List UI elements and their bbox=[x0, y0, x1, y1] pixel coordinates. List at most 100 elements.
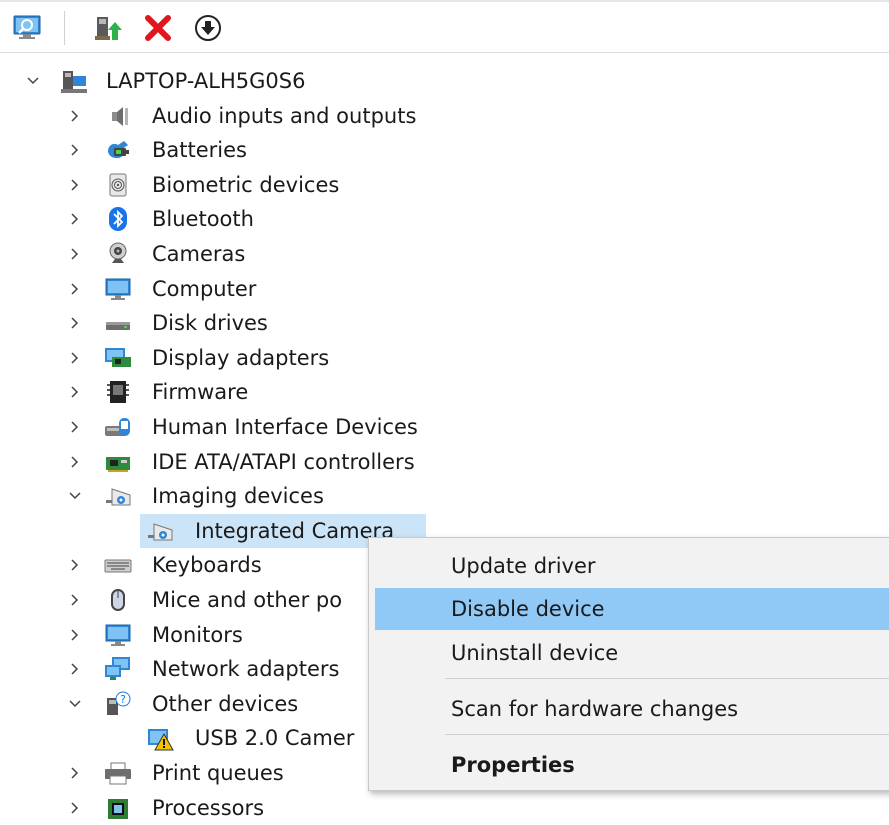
mouse-icon bbox=[104, 587, 132, 613]
chevron-down-icon bbox=[27, 77, 39, 85]
tree-item-label: Human Interface Devices bbox=[152, 415, 418, 439]
keyboard-icon bbox=[104, 552, 132, 578]
tree-item-label: Display adapters bbox=[152, 346, 330, 370]
menu-separator bbox=[445, 678, 889, 679]
expand-toggle[interactable] bbox=[66, 314, 84, 332]
chevron-right-icon bbox=[71, 594, 79, 606]
bluetooth-icon bbox=[104, 206, 132, 232]
expand-toggle[interactable] bbox=[66, 245, 84, 263]
computer-icon bbox=[60, 68, 88, 94]
menu-item-properties[interactable]: Properties bbox=[375, 744, 889, 786]
menu-item-uninstall-device[interactable]: Uninstall device bbox=[375, 632, 889, 674]
menu-item-label: Uninstall device bbox=[451, 641, 619, 665]
chevron-right-icon bbox=[71, 213, 79, 225]
expand-toggle[interactable] bbox=[66, 383, 84, 401]
svg-text:?: ? bbox=[120, 693, 126, 706]
tree-item-label: Cameras bbox=[152, 242, 246, 266]
enable-device-button[interactable] bbox=[192, 12, 224, 44]
tree-item-label: Batteries bbox=[152, 138, 247, 162]
tree-item-label: Firmware bbox=[152, 380, 249, 404]
tree-category-computer[interactable]: Computer bbox=[0, 272, 480, 306]
tree-category-biometric-devices[interactable]: Biometric devices bbox=[0, 168, 480, 202]
menu-item-label: Scan for hardware changes bbox=[451, 697, 739, 721]
tree-item-label: Network adapters bbox=[152, 657, 340, 681]
hid-icon bbox=[104, 414, 132, 440]
expand-toggle[interactable] bbox=[66, 660, 84, 678]
chevron-right-icon bbox=[71, 248, 79, 260]
network-icon bbox=[104, 656, 132, 682]
tree-category-ide-ata-atapi-controllers[interactable]: IDE ATA/ATAPI controllers bbox=[0, 445, 480, 479]
tree-item-label: Biometric devices bbox=[152, 173, 340, 197]
tree-item-label: Mice and other po bbox=[152, 588, 343, 612]
expand-toggle[interactable] bbox=[66, 556, 84, 574]
expand-toggle[interactable] bbox=[66, 626, 84, 644]
chevron-right-icon bbox=[71, 559, 79, 571]
tree-category-audio-inputs-and-outputs[interactable]: Audio inputs and outputs bbox=[0, 99, 480, 133]
menu-item-disable-device[interactable]: Disable device bbox=[375, 588, 889, 630]
tree-category-firmware[interactable]: Firmware bbox=[0, 375, 480, 409]
unknown-device-icon: ? bbox=[104, 691, 132, 717]
controller-card-icon bbox=[104, 449, 132, 475]
expand-toggle[interactable] bbox=[66, 695, 84, 713]
expand-toggle[interactable] bbox=[66, 176, 84, 194]
tree-item-label: Integrated Camera bbox=[195, 519, 395, 543]
tree-item-label: Print queues bbox=[152, 761, 284, 785]
warning-device-icon bbox=[146, 725, 174, 751]
context-menu: Update driver Disable device Uninstall d… bbox=[368, 537, 889, 791]
menu-item-update-driver[interactable]: Update driver bbox=[375, 545, 889, 587]
chevron-right-icon bbox=[71, 421, 79, 433]
expand-toggle[interactable] bbox=[66, 453, 84, 471]
chevron-right-icon bbox=[71, 110, 79, 122]
processor-icon bbox=[104, 795, 132, 821]
expand-toggle[interactable] bbox=[66, 107, 84, 125]
expand-toggle[interactable] bbox=[66, 487, 84, 505]
chevron-right-icon bbox=[71, 767, 79, 779]
tree-category-human-interface-devices[interactable]: Human Interface Devices bbox=[0, 410, 480, 444]
menu-item-scan-hardware[interactable]: Scan for hardware changes bbox=[375, 688, 889, 730]
chevron-right-icon bbox=[71, 802, 79, 814]
tree-item-label: Monitors bbox=[152, 623, 243, 647]
menu-separator bbox=[445, 734, 889, 735]
tree-root[interactable]: LAPTOP-ALH5G0S6 bbox=[0, 64, 480, 98]
toolbar-separator bbox=[64, 11, 65, 45]
expand-toggle[interactable] bbox=[66, 280, 84, 298]
tree-item-label: Imaging devices bbox=[152, 484, 324, 508]
tree-category-bluetooth[interactable]: Bluetooth bbox=[0, 202, 480, 236]
expand-toggle[interactable] bbox=[66, 799, 84, 817]
tree-category-imaging-devices[interactable]: Imaging devices bbox=[0, 479, 480, 513]
chevron-right-icon bbox=[71, 179, 79, 191]
chevron-down-icon bbox=[69, 492, 81, 500]
tree-category-processors[interactable]: Processors bbox=[0, 791, 480, 825]
tree-category-cameras[interactable]: Cameras bbox=[0, 237, 480, 271]
battery-icon bbox=[104, 137, 132, 163]
imaging-device-icon bbox=[146, 518, 174, 544]
expand-toggle[interactable] bbox=[66, 141, 84, 159]
tree-category-disk-drives[interactable]: Disk drives bbox=[0, 306, 480, 340]
chevron-right-icon bbox=[71, 386, 79, 398]
tree-item-label: Keyboards bbox=[152, 553, 262, 577]
chevron-right-icon bbox=[71, 144, 79, 156]
expand-toggle[interactable] bbox=[24, 72, 42, 90]
expand-toggle[interactable] bbox=[66, 764, 84, 782]
menu-item-label: Properties bbox=[451, 753, 575, 777]
printer-icon bbox=[104, 760, 132, 786]
expand-toggle[interactable] bbox=[66, 210, 84, 228]
update-driver-icon bbox=[95, 17, 122, 40]
chip-icon bbox=[104, 379, 132, 405]
fingerprint-icon bbox=[104, 172, 132, 198]
expand-toggle[interactable] bbox=[66, 418, 84, 436]
menu-item-label: Disable device bbox=[451, 597, 605, 621]
menu-item-label: Update driver bbox=[451, 554, 596, 578]
chevron-right-icon bbox=[71, 456, 79, 468]
update-driver-button[interactable] bbox=[92, 12, 124, 44]
scan-hardware-button[interactable] bbox=[12, 12, 44, 44]
expand-toggle[interactable] bbox=[66, 349, 84, 367]
speaker-icon bbox=[104, 103, 132, 129]
tree-category-batteries[interactable]: Batteries bbox=[0, 133, 480, 167]
monitor-icon bbox=[104, 622, 132, 648]
expand-toggle[interactable] bbox=[66, 591, 84, 609]
red-x-icon bbox=[145, 15, 171, 41]
monitor-magnifier-icon bbox=[13, 15, 41, 39]
tree-category-display-adapters[interactable]: Display adapters bbox=[0, 341, 480, 375]
uninstall-device-button[interactable] bbox=[142, 12, 174, 44]
